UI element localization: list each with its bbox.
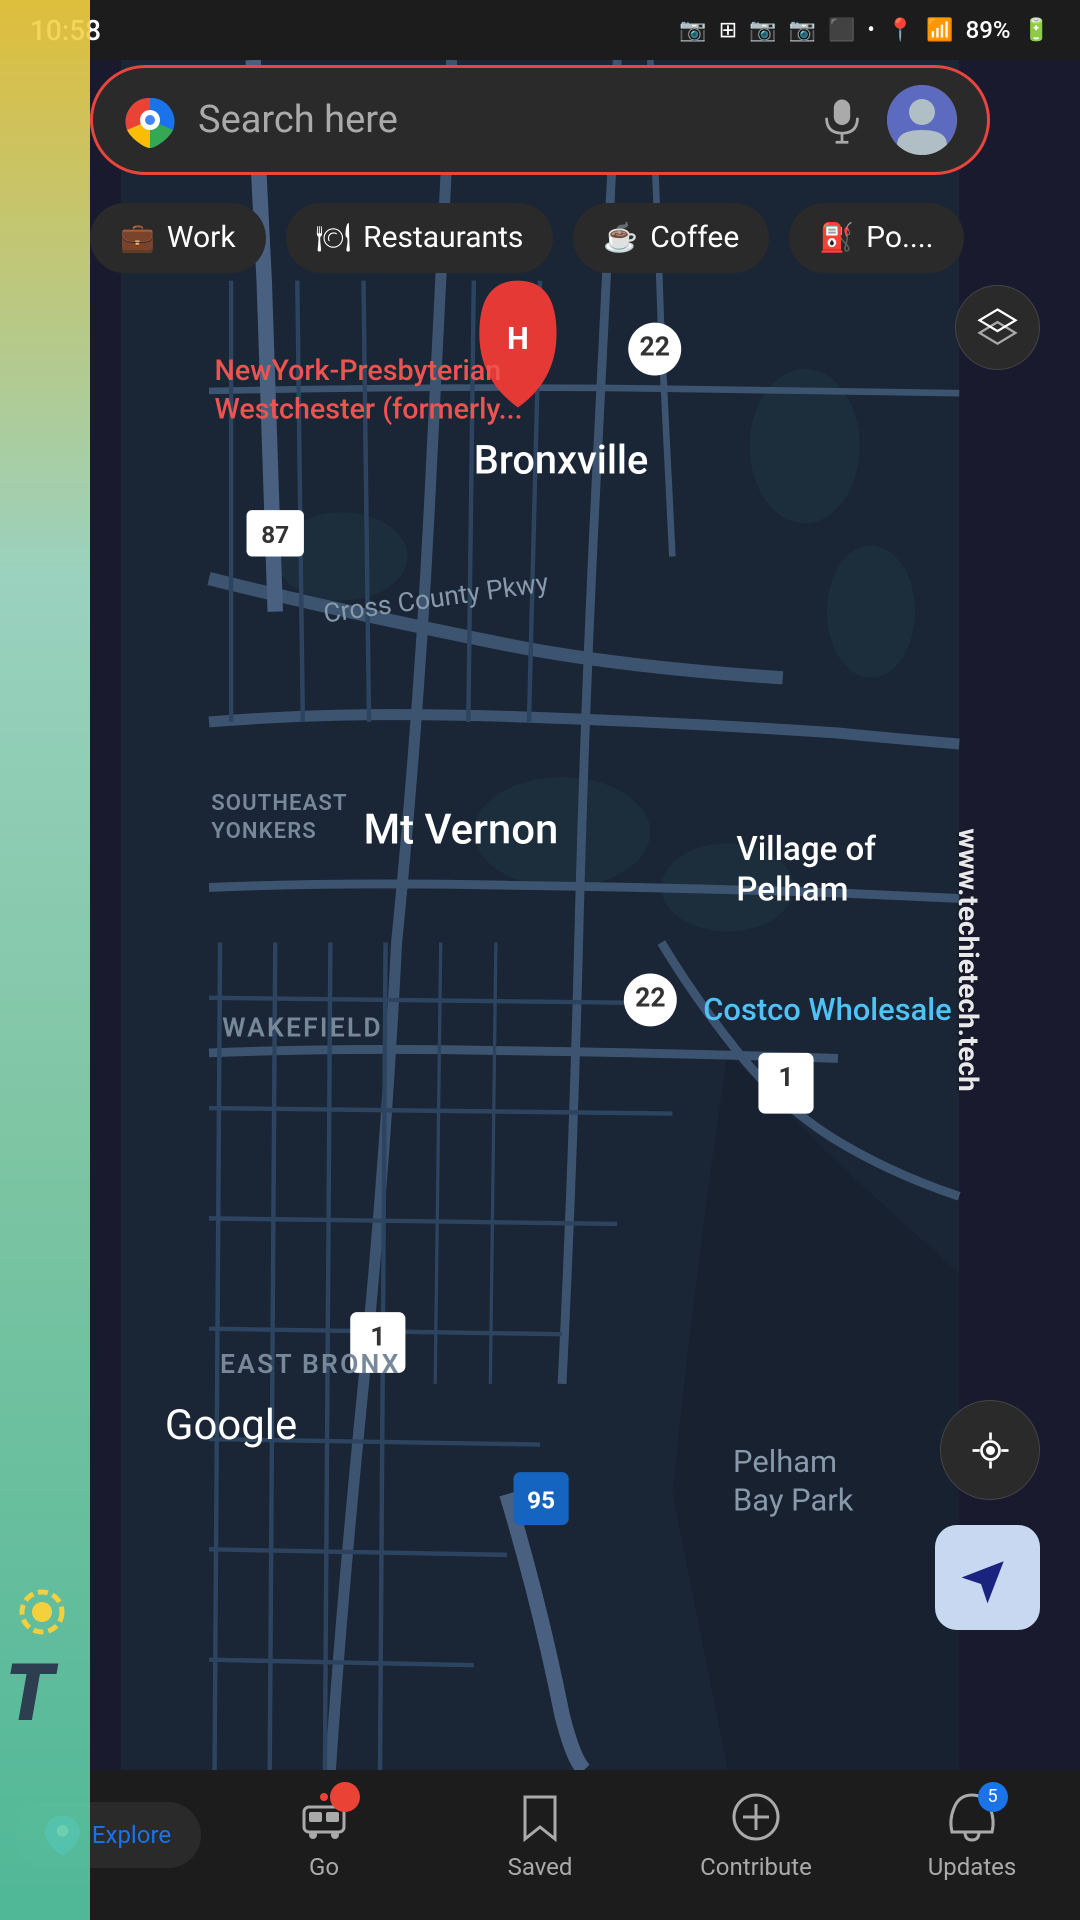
chip-restaurants[interactable]: 🍽 Restaurants [286,203,554,273]
petrol-icon: ⛽ [819,221,854,254]
saved-icon [513,1790,568,1845]
map-svg: 22 87 22 1 1 95 H NewYork-Presbyterian W… [0,60,1080,1770]
layers-icon [975,305,1020,350]
svg-text:NewYork-Presbyterian: NewYork-Presbyterian [215,354,502,388]
go-label: Go [309,1853,339,1881]
svg-text:95: 95 [527,1486,555,1515]
t-logo: T [5,1646,54,1740]
svg-text:Pelham: Pelham [736,871,848,910]
my-location-button[interactable] [940,1400,1040,1500]
contribute-icon [729,1790,784,1845]
svg-text:H: H [507,320,529,357]
svg-text:Bay Park: Bay Park [733,1482,854,1519]
explore-label: Explore [92,1821,171,1849]
svg-text:Village of: Village of [736,830,876,869]
qr-icon: ⬛ [828,18,855,43]
work-icon: 💼 [120,221,155,254]
nav-item-updates[interactable]: 5 Updates [864,1790,1080,1881]
svg-text:22: 22 [640,332,670,363]
svg-text:YONKERS: YONKERS [211,819,317,844]
svg-text:87: 87 [261,520,289,549]
chip-restaurants-label: Restaurants [363,220,523,255]
add-circle-icon [731,1792,781,1842]
svg-text:Costco Wholesale: Costco Wholesale [703,991,951,1028]
search-bar[interactable]: Search here [90,65,990,175]
map-container[interactable]: 22 87 22 1 1 95 H NewYork-Presbyterian W… [0,60,1080,1770]
battery-indicator: 89% [966,16,1011,44]
svg-text:22: 22 [635,983,665,1014]
saved-label: Saved [508,1853,573,1881]
chip-petrol[interactable]: ⛽ Po.... [789,203,963,273]
svg-text:1: 1 [778,1062,793,1093]
microphone-icon[interactable] [817,95,867,145]
bottom-navigation: Explore Go Saved [0,1770,1080,1920]
wifi-icon: 📶 [926,18,953,43]
svg-text:EAST BRONX: EAST BRONX [220,1349,401,1380]
camera2-icon: 📷 [789,18,816,43]
nav-item-contribute[interactable]: Contribute [648,1790,864,1881]
updates-icon: 5 [945,1790,1000,1845]
updates-badge: 5 [978,1782,1008,1812]
chip-work-label: Work [167,220,236,255]
side-decoration-left: T [0,0,90,1920]
watermark: www.techietech.tech [952,828,985,1091]
bookmark-icon [520,1792,560,1842]
restaurants-icon: 🍽 [316,221,352,254]
battery-icon: 🔋 [1023,18,1050,43]
chips-row: 💼 Work 🍽 Restaurants ☕ Coffee ⛽ Po.... [90,195,1080,280]
start-navigation-button[interactable] [935,1525,1040,1630]
sun-icon [5,1575,80,1650]
updates-label: Updates [928,1853,1017,1881]
location-status-icon: 📍 [887,18,914,43]
svg-text:Bronxville: Bronxville [474,437,649,484]
svg-text:Mt Vernon: Mt Vernon [363,805,558,854]
svg-text:1: 1 [370,1321,385,1352]
layer-toggle-button[interactable] [955,285,1040,370]
grid-icon: ⊞ [719,18,737,43]
svg-text:Westchester (formerly...: Westchester (formerly... [215,393,523,427]
user-avatar[interactable] [887,85,957,155]
status-bar: 10:58 📷 ⊞ 📷 📷 ⬛ • 📍 📶 89% 🔋 [0,0,1080,60]
chip-petrol-label: Po.... [866,220,934,255]
nav-item-saved[interactable]: Saved [432,1790,648,1881]
go-icon [297,1790,352,1845]
search-input[interactable]: Search here [198,98,797,142]
chip-coffee-label: Coffee [650,220,739,255]
dot-indicator: • [867,18,874,43]
nav-item-go[interactable]: Go [216,1790,432,1881]
svg-text:Google: Google [165,1401,297,1450]
go-badge [330,1782,360,1812]
camera-icon: 📷 [679,18,706,43]
svg-text:SOUTHEAST: SOUTHEAST [211,791,347,816]
instagram-icon: 📷 [749,18,776,43]
contribute-label: Contribute [700,1853,812,1881]
my-location-icon [968,1428,1013,1473]
google-maps-logo [123,93,178,148]
navigation-arrow-icon [960,1550,1015,1605]
chip-coffee[interactable]: ☕ Coffee [573,203,769,273]
coffee-icon: ☕ [603,221,638,254]
status-icons: 📷 ⊞ 📷 📷 ⬛ • 📍 📶 89% 🔋 [679,16,1050,44]
chip-work[interactable]: 💼 Work [90,203,266,273]
svg-text:Pelham: Pelham [733,1443,837,1480]
svg-text:WAKEFIELD: WAKEFIELD [222,1012,383,1043]
